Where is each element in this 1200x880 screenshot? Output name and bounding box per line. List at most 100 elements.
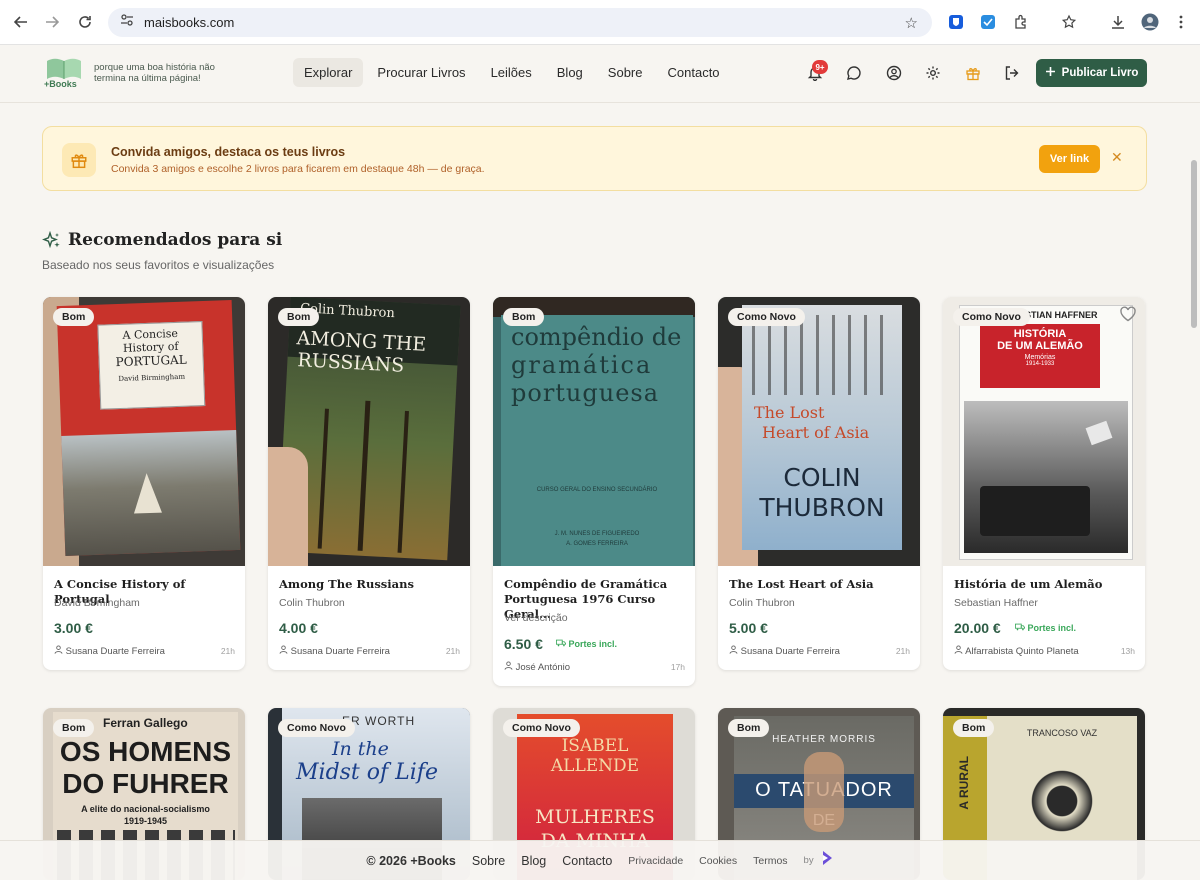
truck-icon: [1015, 623, 1028, 633]
cover-text: Heart of Asia: [762, 423, 870, 442]
condition-badge: Como Novo: [728, 308, 805, 326]
site-logo[interactable]: +Books: [44, 55, 84, 91]
heart-favorite-icon[interactable]: [1119, 305, 1137, 323]
cover-text: OS HOMENS: [59, 736, 232, 767]
cover-text: Memórias: [1024, 354, 1056, 361]
nav-procurar-livros[interactable]: Procurar Livros: [366, 58, 476, 87]
sparkles-icon: [42, 230, 62, 251]
nav-leiloes[interactable]: Leilões: [480, 58, 543, 87]
user-icon: [504, 661, 516, 673]
book-author: Colin Thubron: [279, 597, 345, 609]
site-header: +Books porque uma boa história não termi…: [0, 45, 1200, 103]
condition-badge: Bom: [278, 308, 320, 326]
gift-icon: [62, 143, 96, 177]
user-icon: [729, 645, 741, 657]
address-bar[interactable]: maisbooks.com ☆: [108, 8, 932, 37]
logo-text: +Books: [44, 79, 77, 89]
condition-badge: Como Novo: [953, 308, 1030, 326]
condition-badge: Como Novo: [503, 719, 580, 737]
footer-link-blog[interactable]: Blog: [521, 854, 546, 868]
site-tagline: porque uma boa história não termina na ú…: [94, 62, 215, 84]
footer-link-privacidade[interactable]: Privacidade: [628, 855, 683, 867]
section-subtitle: Baseado nos seus favoritos e visualizaçõ…: [42, 258, 275, 272]
nav-sobre[interactable]: Sobre: [597, 58, 654, 87]
seller-name-text: Susana Duarte Ferreira: [290, 646, 390, 657]
seller-name: Alfarrabista Quinto Planeta: [954, 645, 1079, 657]
cover-text: In the: [332, 738, 389, 760]
book-title[interactable]: Among The Russians: [279, 577, 464, 592]
book-card[interactable]: The Lost Heart of Asia COLIN THUBRON Com…: [718, 297, 920, 670]
footer-link-contacto[interactable]: Contacto: [562, 854, 612, 868]
book-title[interactable]: The Lost Heart of Asia: [729, 577, 914, 592]
nav-explorar[interactable]: Explorar: [293, 58, 364, 87]
footer-brand-logo-icon[interactable]: [820, 850, 834, 871]
see-link-button[interactable]: Ver link: [1039, 145, 1100, 173]
gear-icon[interactable]: [924, 64, 942, 82]
cover-text: portuguesa: [511, 379, 660, 407]
logout-icon[interactable]: [1003, 64, 1021, 82]
posted-time: 13h: [1120, 646, 1135, 656]
user-profile-icon[interactable]: [885, 64, 903, 82]
condition-badge: Bom: [953, 719, 995, 737]
shipping-included-text: Portes incl.: [568, 639, 618, 649]
footer-link-termos[interactable]: Termos: [753, 855, 787, 867]
book-author: Sebastian Haffner: [954, 597, 1038, 609]
reload-icon[interactable]: [75, 12, 95, 32]
bookmark-star-icon[interactable]: ☆: [905, 14, 918, 32]
cover-text: PORTUGAL: [115, 352, 187, 370]
seller-name-text: Alfarrabista Quinto Planeta: [965, 646, 1079, 657]
footer-link-cookies[interactable]: Cookies: [699, 855, 737, 867]
book-price: 5.00 €: [729, 620, 768, 636]
footer-link-sobre[interactable]: Sobre: [472, 854, 505, 868]
more-menu-icon[interactable]: [1171, 12, 1191, 32]
nav-blog[interactable]: Blog: [546, 58, 594, 87]
shipping-included-text: Portes incl.: [1027, 623, 1077, 633]
nav-contacto[interactable]: Contacto: [657, 58, 731, 87]
puzzle-extensions-icon[interactable]: [1011, 12, 1031, 32]
site-settings-icon[interactable]: [120, 13, 134, 32]
cover-text: 1919-1945: [123, 816, 168, 826]
close-icon[interactable]: ✕: [1111, 149, 1123, 166]
cover-text: J. M. NUNES DE FIGUEIREDO: [554, 531, 640, 537]
book-card[interactable]: compêndio de gramática portuguesa CURSO …: [493, 297, 695, 686]
book-card[interactable]: Colin Thubron AMONG THE RUSSIANS Bom Amo…: [268, 297, 470, 670]
user-icon: [954, 645, 965, 657]
plus-icon: [1045, 66, 1056, 80]
book-title[interactable]: História de um Alemão: [954, 577, 1139, 592]
page-scrollbar[interactable]: [1191, 160, 1197, 328]
condition-badge: Como Novo: [278, 719, 355, 737]
cover-text: RUSSIANS: [296, 349, 405, 377]
download-icon[interactable]: [1108, 12, 1128, 32]
book-card[interactable]: A Concise History of PORTUGAL David Birm…: [43, 297, 245, 670]
extension-icon[interactable]: [978, 12, 998, 32]
book-cover-image[interactable]: The Lost Heart of Asia COLIN THUBRON Com…: [718, 297, 920, 566]
site-footer: © 2026 +Books Sobre Blog Contacto Privac…: [0, 840, 1200, 880]
seller-name: Susana Duarte Ferreira: [729, 645, 840, 657]
book-card[interactable]: SEBASTIAN HAFFNER HISTÓRIA DE UM ALEMÃO …: [943, 297, 1145, 670]
book-cover-image[interactable]: Colin Thubron AMONG THE RUSSIANS Bom: [268, 297, 470, 566]
profile-avatar-icon[interactable]: [1140, 12, 1160, 32]
cover-text: Midst of Life: [296, 760, 438, 785]
cover-text: DO FUHRER: [62, 768, 229, 799]
gift-icon[interactable]: [964, 64, 982, 82]
book-price: 6.50 €: [504, 636, 543, 652]
condition-badge: Bom: [728, 719, 770, 737]
shipping-included: Portes incl.: [556, 639, 617, 649]
cover-text: THUBRON: [759, 493, 885, 522]
posted-time: 21h: [445, 646, 460, 656]
reading-list-icon[interactable]: [1059, 12, 1079, 32]
bitwarden-extension-icon[interactable]: [946, 12, 966, 32]
cover-text: HISTÓRIA: [1013, 328, 1067, 340]
book-cover-image[interactable]: compêndio de gramática portuguesa CURSO …: [493, 297, 695, 566]
url-text[interactable]: maisbooks.com: [144, 15, 234, 30]
book-cover-image[interactable]: SEBASTIAN HAFFNER HISTÓRIA DE UM ALEMÃO …: [943, 297, 1145, 566]
cover-text: ISABEL: [561, 736, 629, 756]
publish-book-button[interactable]: Publicar Livro: [1036, 59, 1147, 87]
notifications-badge: 9+: [812, 60, 828, 74]
chat-bubble-icon[interactable]: [845, 64, 863, 82]
back-arrow-icon[interactable]: [11, 12, 31, 32]
book-cover-image[interactable]: A Concise History of PORTUGAL David Birm…: [43, 297, 245, 566]
book-description-link[interactable]: Ver descrição: [504, 612, 568, 624]
cover-text: The Lost: [754, 403, 825, 422]
forward-arrow-icon[interactable]: [42, 12, 62, 32]
